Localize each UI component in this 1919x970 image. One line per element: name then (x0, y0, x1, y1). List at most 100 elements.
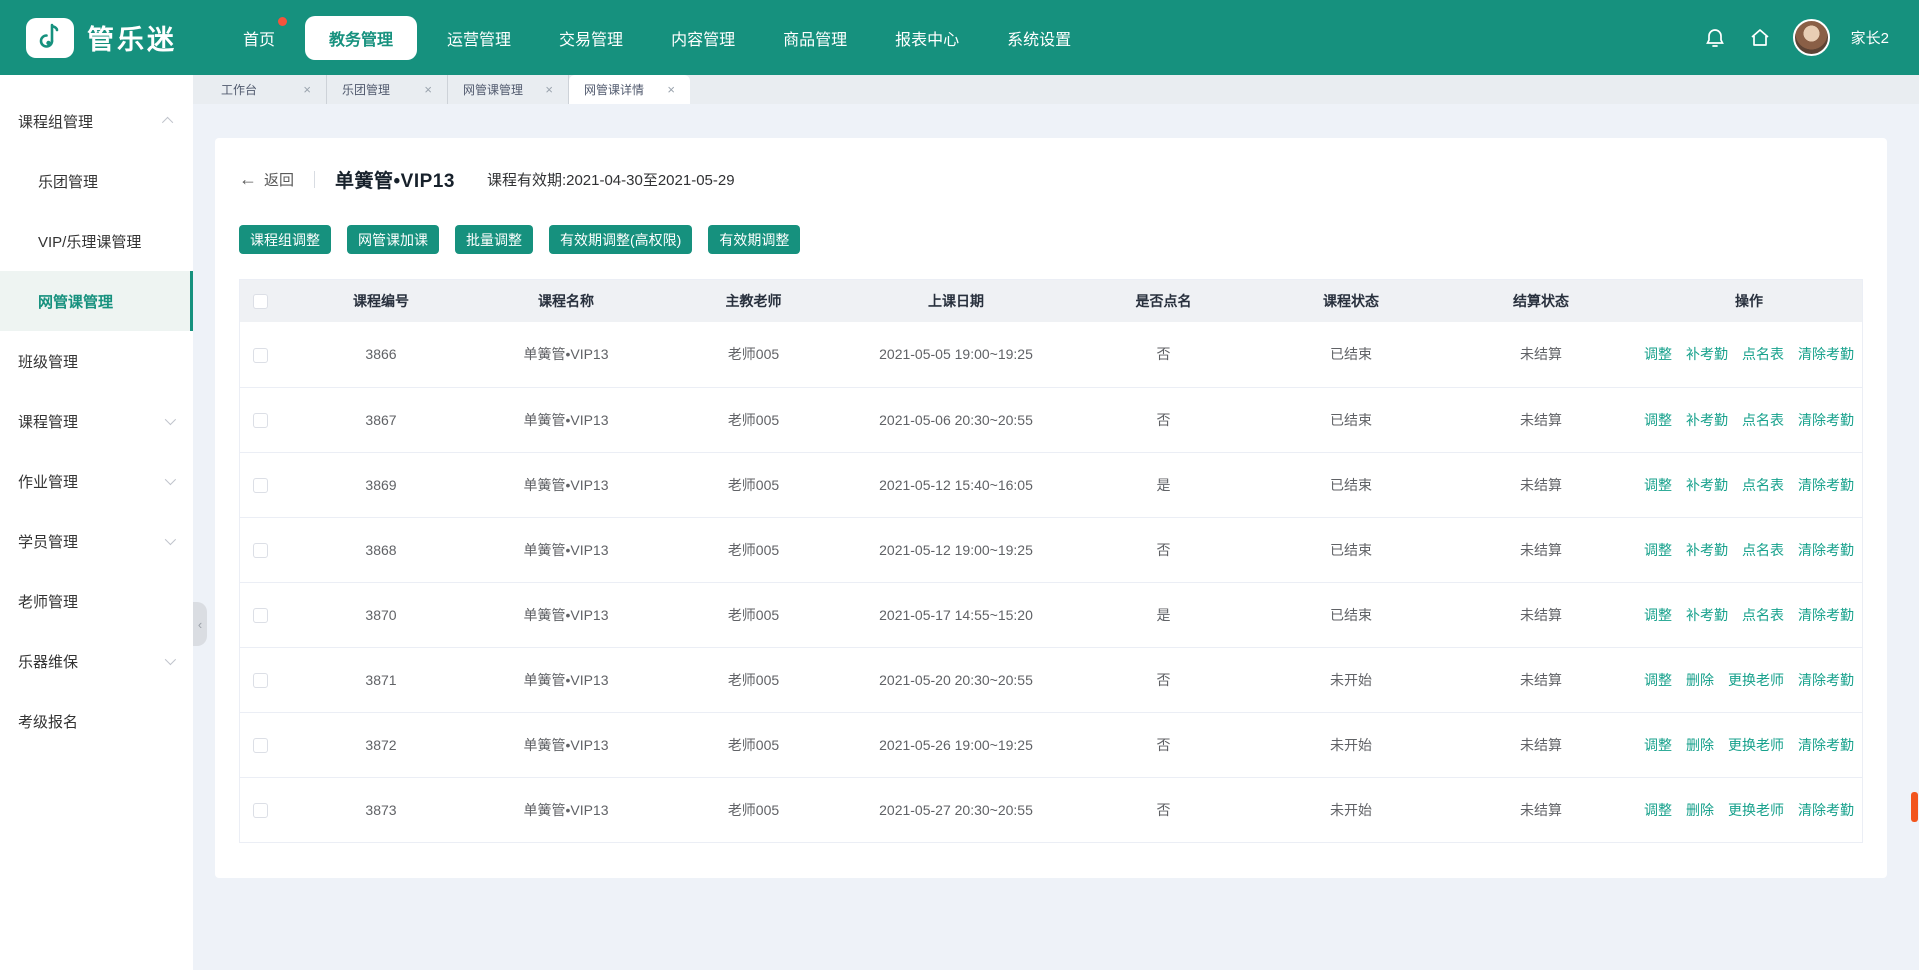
row-action-link[interactable]: 补考勤 (1686, 542, 1728, 558)
nav-item-4[interactable]: 交易管理 (535, 16, 647, 60)
row-action-link[interactable]: 调整 (1644, 737, 1672, 753)
cell-settle: 未结算 (1446, 387, 1636, 452)
action-button-3[interactable]: 批量调整 (455, 225, 533, 254)
row-action-link[interactable]: 清除考勤 (1798, 346, 1854, 362)
sidebar-item-7[interactable]: 乐器维保 (0, 631, 193, 691)
sidebar-item-2[interactable]: 班级管理 (0, 331, 193, 391)
tab-close-icon[interactable]: × (303, 83, 311, 96)
row-action-link[interactable]: 清除考勤 (1798, 607, 1854, 623)
row-action-link[interactable]: 补考勤 (1686, 477, 1728, 493)
row-checkbox[interactable] (253, 673, 268, 688)
nav-item-5[interactable]: 内容管理 (647, 16, 759, 60)
back-button[interactable]: ← 返回 (239, 169, 294, 190)
home-icon[interactable] (1748, 26, 1772, 50)
sidebar-item-8[interactable]: 考级报名 (0, 691, 193, 751)
user-name[interactable]: 家长2 (1851, 27, 1889, 48)
chevron-down-icon (165, 474, 176, 485)
row-action-link[interactable]: 点名表 (1742, 346, 1784, 362)
sidebar-collapse-handle[interactable]: ‹ (193, 602, 207, 646)
row-select-cell (240, 387, 296, 452)
nav-item-3[interactable]: 运营管理 (423, 16, 535, 60)
sidebar-item-label: 学员管理 (18, 531, 78, 552)
select-all-checkbox[interactable] (253, 294, 268, 309)
cell-settle: 未结算 (1446, 777, 1636, 842)
row-action-link[interactable]: 清除考勤 (1798, 477, 1854, 493)
sidebar-item-5[interactable]: 学员管理 (0, 511, 193, 571)
cell-date: 2021-05-26 19:00~19:25 (841, 712, 1071, 777)
row-action-link[interactable]: 补考勤 (1686, 412, 1728, 428)
cell-date: 2021-05-17 14:55~15:20 (841, 582, 1071, 647)
sidebar-subitem-1-2[interactable]: VIP/乐理课管理 (0, 211, 193, 271)
row-select-cell (240, 452, 296, 517)
tab-close-icon[interactable]: × (545, 83, 553, 96)
row-action-link[interactable]: 删除 (1686, 802, 1714, 818)
nav-item-2[interactable]: 教务管理 (305, 16, 417, 60)
cell-status: 未开始 (1256, 647, 1446, 712)
column-header-8: 操作 (1636, 280, 1862, 322)
nav-item-1[interactable]: 首页 (219, 16, 299, 60)
row-action-link[interactable]: 更换老师 (1728, 802, 1784, 818)
row-action-link[interactable]: 清除考勤 (1798, 542, 1854, 558)
sidebar-item-3[interactable]: 课程管理 (0, 391, 193, 451)
row-action-link[interactable]: 清除考勤 (1798, 802, 1854, 818)
row-action-link[interactable]: 删除 (1686, 672, 1714, 688)
tab-4[interactable]: 网管课详情× (569, 75, 690, 104)
row-action-link[interactable]: 删除 (1686, 737, 1714, 753)
row-checkbox[interactable] (253, 348, 268, 363)
sidebar-subitem-1-1[interactable]: 乐团管理 (0, 151, 193, 211)
tab-1[interactable]: 工作台× (206, 75, 327, 104)
nav-item-7[interactable]: 报表中心 (871, 16, 983, 60)
row-action-link[interactable]: 清除考勤 (1798, 412, 1854, 428)
row-action-link[interactable]: 调整 (1644, 542, 1672, 558)
cell-date: 2021-05-12 19:00~19:25 (841, 517, 1071, 582)
row-checkbox[interactable] (253, 478, 268, 493)
page-scrollbar-thumb[interactable] (1911, 792, 1918, 822)
row-action-link[interactable]: 点名表 (1742, 477, 1784, 493)
action-button-5[interactable]: 有效期调整 (708, 225, 800, 254)
sidebar-item-label: 作业管理 (18, 471, 78, 492)
row-action-link[interactable]: 调整 (1644, 802, 1672, 818)
row-action-link[interactable]: 调整 (1644, 346, 1672, 362)
row-action-link[interactable]: 点名表 (1742, 607, 1784, 623)
action-button-1[interactable]: 课程组调整 (239, 225, 331, 254)
tab-close-icon[interactable]: × (667, 83, 675, 96)
row-action-link[interactable]: 调整 (1644, 412, 1672, 428)
sidebar-subitem-1-3[interactable]: 网管课管理 (0, 271, 193, 331)
bell-icon[interactable] (1703, 26, 1727, 50)
tab-3[interactable]: 网管课管理× (448, 75, 569, 104)
row-checkbox[interactable] (253, 543, 268, 558)
row-checkbox[interactable] (253, 803, 268, 818)
action-button-2[interactable]: 网管课加课 (347, 225, 439, 254)
row-action-link[interactable]: 调整 (1644, 477, 1672, 493)
app-logo[interactable] (26, 18, 74, 58)
row-select-cell (240, 582, 296, 647)
row-action-link[interactable]: 点名表 (1742, 412, 1784, 428)
nav-item-8[interactable]: 系统设置 (983, 16, 1095, 60)
tab-2[interactable]: 乐团管理× (327, 75, 448, 104)
action-button-4[interactable]: 有效期调整(高权限) (549, 225, 692, 254)
row-action-link[interactable]: 调整 (1644, 672, 1672, 688)
row-action-link[interactable]: 清除考勤 (1798, 737, 1854, 753)
row-action-link[interactable]: 更换老师 (1728, 672, 1784, 688)
row-checkbox[interactable] (253, 413, 268, 428)
nav-item-6[interactable]: 商品管理 (759, 16, 871, 60)
row-action-link[interactable]: 点名表 (1742, 542, 1784, 558)
sidebar-item-6[interactable]: 老师管理 (0, 571, 193, 631)
column-header-7: 结算状态 (1446, 280, 1636, 322)
cell-teacher: 老师005 (666, 452, 841, 517)
row-action-link[interactable]: 清除考勤 (1798, 672, 1854, 688)
cell-rollcall: 否 (1071, 387, 1256, 452)
sidebar-item-1[interactable]: 课程组管理 (0, 91, 193, 151)
cell-teacher: 老师005 (666, 582, 841, 647)
row-checkbox[interactable] (253, 738, 268, 753)
row-action-link[interactable]: 更换老师 (1728, 737, 1784, 753)
row-checkbox[interactable] (253, 608, 268, 623)
row-action-link[interactable]: 调整 (1644, 607, 1672, 623)
tab-close-icon[interactable]: × (424, 83, 432, 96)
row-action-link[interactable]: 补考勤 (1686, 607, 1728, 623)
sidebar-item-4[interactable]: 作业管理 (0, 451, 193, 511)
user-avatar[interactable] (1793, 19, 1830, 56)
cell-rollcall: 是 (1071, 582, 1256, 647)
header-right: 家长2 (1703, 19, 1889, 56)
row-action-link[interactable]: 补考勤 (1686, 346, 1728, 362)
